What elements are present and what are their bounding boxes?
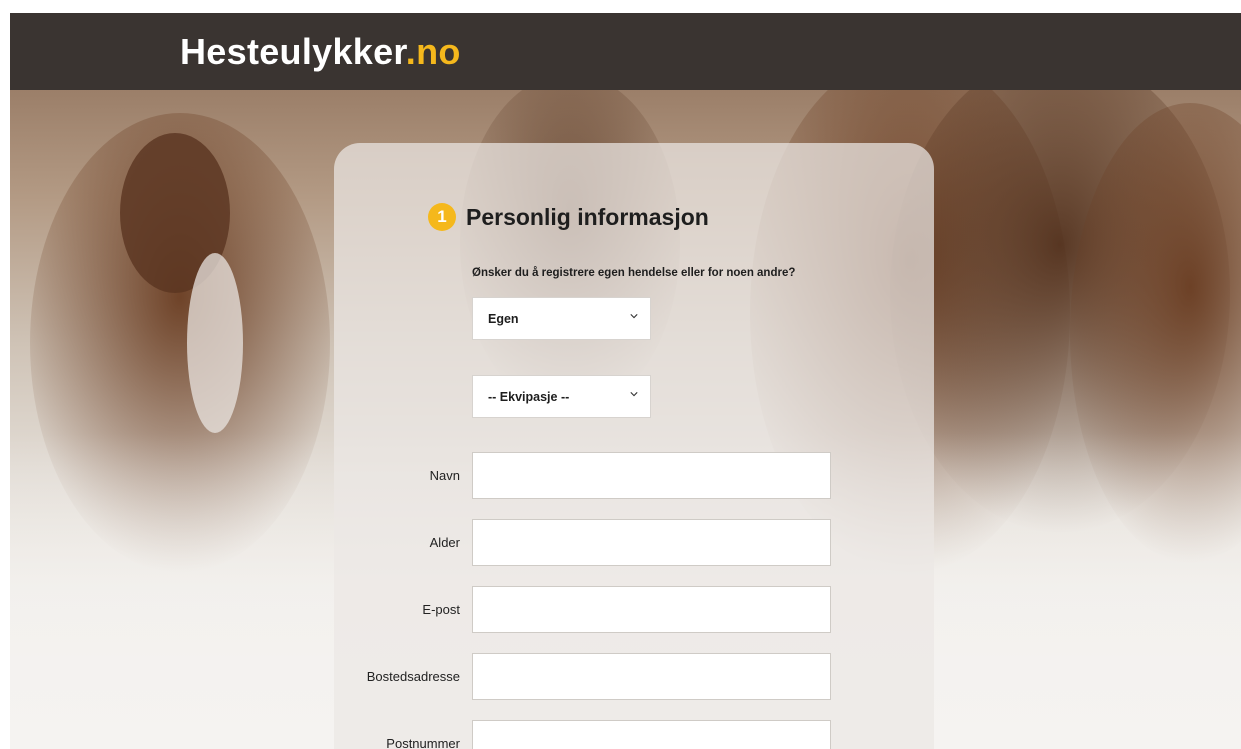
registration-type-select[interactable]: Egen (472, 297, 651, 340)
postnummer-label: Postnummer (386, 736, 460, 749)
navn-input[interactable] (472, 452, 831, 499)
logo-tld-text: .no (405, 30, 461, 72)
field-row-postnummer: Postnummer (334, 720, 934, 749)
site-header: Hesteulykker.no (10, 13, 1241, 90)
page-frame: Hesteulykker.no 1 Personlig informasjon … (10, 13, 1241, 749)
chevron-down-icon (630, 314, 638, 319)
field-row-alder: Alder (334, 519, 934, 566)
field-row-navn: Navn (334, 452, 934, 499)
epost-label: E-post (422, 602, 460, 617)
chevron-down-icon (630, 392, 638, 397)
registration-question: Ønsker du å registrere egen hendelse ell… (472, 267, 796, 279)
postnummer-input[interactable] (472, 720, 831, 749)
logo-main-text: Hesteulykker (180, 30, 406, 72)
field-row-epost: E-post (334, 586, 934, 633)
alder-label: Alder (429, 535, 460, 550)
equipage-selected-value: -- Ekvipasje -- (488, 389, 570, 404)
section-heading: 1 Personlig informasjon (428, 203, 709, 231)
field-row-bostedsadresse: Bostedsadresse (334, 653, 934, 700)
step-number-badge: 1 (428, 203, 456, 231)
bostedsadresse-input[interactable] (472, 653, 831, 700)
epost-input[interactable] (472, 586, 831, 633)
equipage-select[interactable]: -- Ekvipasje -- (472, 375, 651, 418)
alder-input[interactable] (472, 519, 831, 566)
registration-type-selected-value: Egen (488, 311, 519, 326)
bostedsadresse-label: Bostedsadresse (366, 669, 460, 684)
registration-form-card: 1 Personlig informasjon Ønsker du å regi… (334, 143, 934, 749)
navn-label: Navn (429, 468, 460, 483)
site-logo[interactable]: Hesteulykker.no (180, 31, 461, 73)
section-title: Personlig informasjon (466, 203, 709, 230)
